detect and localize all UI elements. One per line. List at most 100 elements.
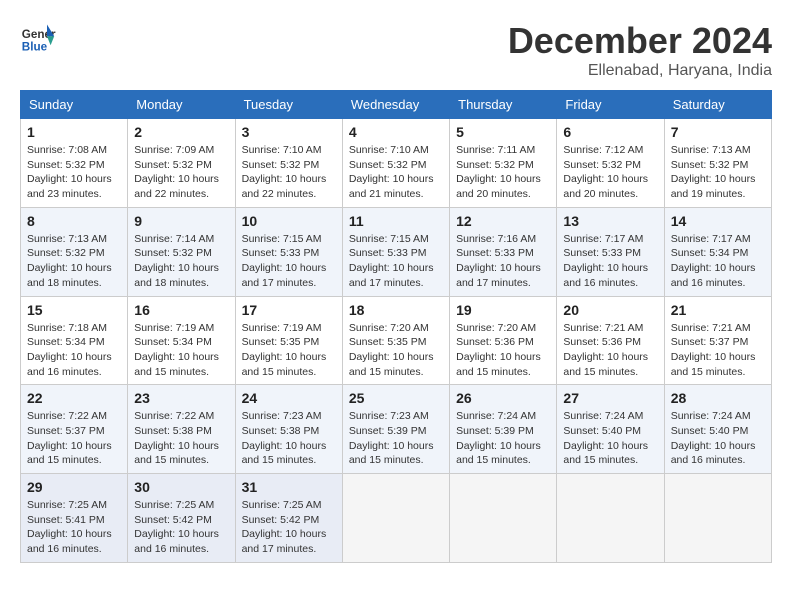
calendar-cell: 22Sunrise: 7:22 AM Sunset: 5:37 PM Dayli…: [21, 385, 128, 474]
day-number: 30: [134, 479, 228, 495]
day-info: Sunrise: 7:25 AM Sunset: 5:41 PM Dayligh…: [27, 498, 121, 557]
day-info: Sunrise: 7:15 AM Sunset: 5:33 PM Dayligh…: [349, 232, 443, 291]
day-number: 7: [671, 124, 765, 140]
day-number: 1: [27, 124, 121, 140]
day-info: Sunrise: 7:23 AM Sunset: 5:38 PM Dayligh…: [242, 409, 336, 468]
day-info: Sunrise: 7:16 AM Sunset: 5:33 PM Dayligh…: [456, 232, 550, 291]
day-info: Sunrise: 7:09 AM Sunset: 5:32 PM Dayligh…: [134, 143, 228, 202]
day-number: 9: [134, 213, 228, 229]
calendar-cell: 28 Sunrise: 7:24 AM Sunset: 5:40 PM Dayli…: [664, 385, 771, 474]
day-number: 26: [456, 390, 550, 406]
svg-text:Blue: Blue: [22, 41, 48, 54]
day-info: Sunrise: 7:22 AM Sunset: 5:37 PM Dayligh…: [27, 409, 121, 468]
calendar-cell: 16 Sunrise: 7:19 AM Sunset: 5:34 PM Dayli…: [128, 296, 235, 385]
calendar-cell: 4 Sunrise: 7:10 AM Sunset: 5:32 PM Daylig…: [342, 119, 449, 208]
day-info: Sunrise: 7:10 AM Sunset: 5:32 PM Dayligh…: [349, 143, 443, 202]
calendar-cell: 9 Sunrise: 7:14 AM Sunset: 5:32 PM Daylig…: [128, 207, 235, 296]
calendar-cell: 7Sunrise: 7:13 AM Sunset: 5:32 PM Daylig…: [664, 119, 771, 208]
weekday-header-friday: Friday: [557, 91, 664, 119]
calendar-cell: 11 Sunrise: 7:15 AM Sunset: 5:33 PM Dayli…: [342, 207, 449, 296]
weekday-header-monday: Monday: [128, 91, 235, 119]
day-number: 15: [27, 302, 121, 318]
day-number: 13: [563, 213, 657, 229]
weekday-header-sunday: Sunday: [21, 91, 128, 119]
calendar-cell: 25Sunrise: 7:23 AM Sunset: 5:39 PM Dayli…: [342, 385, 449, 474]
day-info: Sunrise: 7:08 AM Sunset: 5:32 PM Dayligh…: [27, 143, 121, 202]
day-number: 17: [242, 302, 336, 318]
calendar-cell: 19 Sunrise: 7:20 AM Sunset: 5:36 PM Dayli…: [450, 296, 557, 385]
calendar-cell: [342, 474, 449, 563]
day-number: 18: [349, 302, 443, 318]
calendar-cell: 21 Sunrise: 7:21 AM Sunset: 5:37 PM Dayli…: [664, 296, 771, 385]
calendar-cell: 27 Sunrise: 7:24 AM Sunset: 5:40 PM Dayli…: [557, 385, 664, 474]
day-info: Sunrise: 7:24 AM Sunset: 5:40 PM Dayligh…: [671, 409, 765, 468]
day-number: 27: [563, 390, 657, 406]
day-info: Sunrise: 7:21 AM Sunset: 5:36 PM Dayligh…: [563, 321, 657, 380]
calendar-cell: 15 Sunrise: 7:18 AM Sunset: 5:34 PM Dayli…: [21, 296, 128, 385]
weekday-header-wednesday: Wednesday: [342, 91, 449, 119]
calendar-cell: 23Sunrise: 7:22 AM Sunset: 5:38 PM Dayli…: [128, 385, 235, 474]
calendar-cell: 2Sunrise: 7:09 AM Sunset: 5:32 PM Daylig…: [128, 119, 235, 208]
day-number: 11: [349, 213, 443, 229]
calendar-cell: 1 Sunrise: 7:08 AM Sunset: 5:32 PM Daylig…: [21, 119, 128, 208]
calendar-cell: 20 Sunrise: 7:21 AM Sunset: 5:36 PM Dayli…: [557, 296, 664, 385]
month-title: December 2024: [508, 20, 772, 62]
day-number: 25: [349, 390, 443, 406]
day-info: Sunrise: 7:19 AM Sunset: 5:34 PM Dayligh…: [134, 321, 228, 380]
calendar-table: SundayMondayTuesdayWednesdayThursdayFrid…: [20, 90, 772, 563]
day-number: 6: [563, 124, 657, 140]
calendar-week-row: 15 Sunrise: 7:18 AM Sunset: 5:34 PM Dayli…: [21, 296, 772, 385]
day-number: 20: [563, 302, 657, 318]
calendar-cell: 18Sunrise: 7:20 AM Sunset: 5:35 PM Dayli…: [342, 296, 449, 385]
day-info: Sunrise: 7:24 AM Sunset: 5:39 PM Dayligh…: [456, 409, 550, 468]
weekday-header-tuesday: Tuesday: [235, 91, 342, 119]
calendar-cell: 30Sunrise: 7:25 AM Sunset: 5:42 PM Dayli…: [128, 474, 235, 563]
day-number: 3: [242, 124, 336, 140]
day-info: Sunrise: 7:14 AM Sunset: 5:32 PM Dayligh…: [134, 232, 228, 291]
calendar-cell: 3 Sunrise: 7:10 AM Sunset: 5:32 PM Daylig…: [235, 119, 342, 208]
calendar-cell: 12Sunrise: 7:16 AM Sunset: 5:33 PM Dayli…: [450, 207, 557, 296]
calendar-week-row: 29 Sunrise: 7:25 AM Sunset: 5:41 PM Dayli…: [21, 474, 772, 563]
day-number: 29: [27, 479, 121, 495]
calendar-cell: [450, 474, 557, 563]
weekday-header-row: SundayMondayTuesdayWednesdayThursdayFrid…: [21, 91, 772, 119]
calendar-week-row: 1 Sunrise: 7:08 AM Sunset: 5:32 PM Daylig…: [21, 119, 772, 208]
day-info: Sunrise: 7:21 AM Sunset: 5:37 PM Dayligh…: [671, 321, 765, 380]
title-area: December 2024 Ellenabad, Haryana, India: [508, 20, 772, 80]
logo-icon: General Blue: [20, 20, 56, 56]
calendar-cell: 8 Sunrise: 7:13 AM Sunset: 5:32 PM Daylig…: [21, 207, 128, 296]
day-number: 21: [671, 302, 765, 318]
day-number: 16: [134, 302, 228, 318]
day-info: Sunrise: 7:20 AM Sunset: 5:36 PM Dayligh…: [456, 321, 550, 380]
calendar-cell: [557, 474, 664, 563]
day-info: Sunrise: 7:24 AM Sunset: 5:40 PM Dayligh…: [563, 409, 657, 468]
calendar-cell: 14 Sunrise: 7:17 AM Sunset: 5:34 PM Dayli…: [664, 207, 771, 296]
day-number: 5: [456, 124, 550, 140]
day-info: Sunrise: 7:25 AM Sunset: 5:42 PM Dayligh…: [242, 498, 336, 557]
day-info: Sunrise: 7:17 AM Sunset: 5:34 PM Dayligh…: [671, 232, 765, 291]
day-number: 28: [671, 390, 765, 406]
day-info: Sunrise: 7:17 AM Sunset: 5:33 PM Dayligh…: [563, 232, 657, 291]
day-number: 23: [134, 390, 228, 406]
logo: General Blue: [20, 20, 56, 56]
day-number: 24: [242, 390, 336, 406]
day-number: 10: [242, 213, 336, 229]
calendar-cell: 5 Sunrise: 7:11 AM Sunset: 5:32 PM Daylig…: [450, 119, 557, 208]
day-info: Sunrise: 7:18 AM Sunset: 5:34 PM Dayligh…: [27, 321, 121, 380]
calendar-cell: 29 Sunrise: 7:25 AM Sunset: 5:41 PM Dayli…: [21, 474, 128, 563]
calendar-cell: 24 Sunrise: 7:23 AM Sunset: 5:38 PM Dayli…: [235, 385, 342, 474]
calendar-week-row: 8 Sunrise: 7:13 AM Sunset: 5:32 PM Daylig…: [21, 207, 772, 296]
day-number: 19: [456, 302, 550, 318]
calendar-cell: 10Sunrise: 7:15 AM Sunset: 5:33 PM Dayli…: [235, 207, 342, 296]
day-number: 4: [349, 124, 443, 140]
day-info: Sunrise: 7:12 AM Sunset: 5:32 PM Dayligh…: [563, 143, 657, 202]
calendar-cell: 26 Sunrise: 7:24 AM Sunset: 5:39 PM Dayli…: [450, 385, 557, 474]
day-info: Sunrise: 7:10 AM Sunset: 5:32 PM Dayligh…: [242, 143, 336, 202]
day-info: Sunrise: 7:13 AM Sunset: 5:32 PM Dayligh…: [27, 232, 121, 291]
calendar-week-row: 22Sunrise: 7:22 AM Sunset: 5:37 PM Dayli…: [21, 385, 772, 474]
day-number: 8: [27, 213, 121, 229]
calendar-cell: 6 Sunrise: 7:12 AM Sunset: 5:32 PM Daylig…: [557, 119, 664, 208]
day-number: 14: [671, 213, 765, 229]
day-info: Sunrise: 7:11 AM Sunset: 5:32 PM Dayligh…: [456, 143, 550, 202]
weekday-header-saturday: Saturday: [664, 91, 771, 119]
